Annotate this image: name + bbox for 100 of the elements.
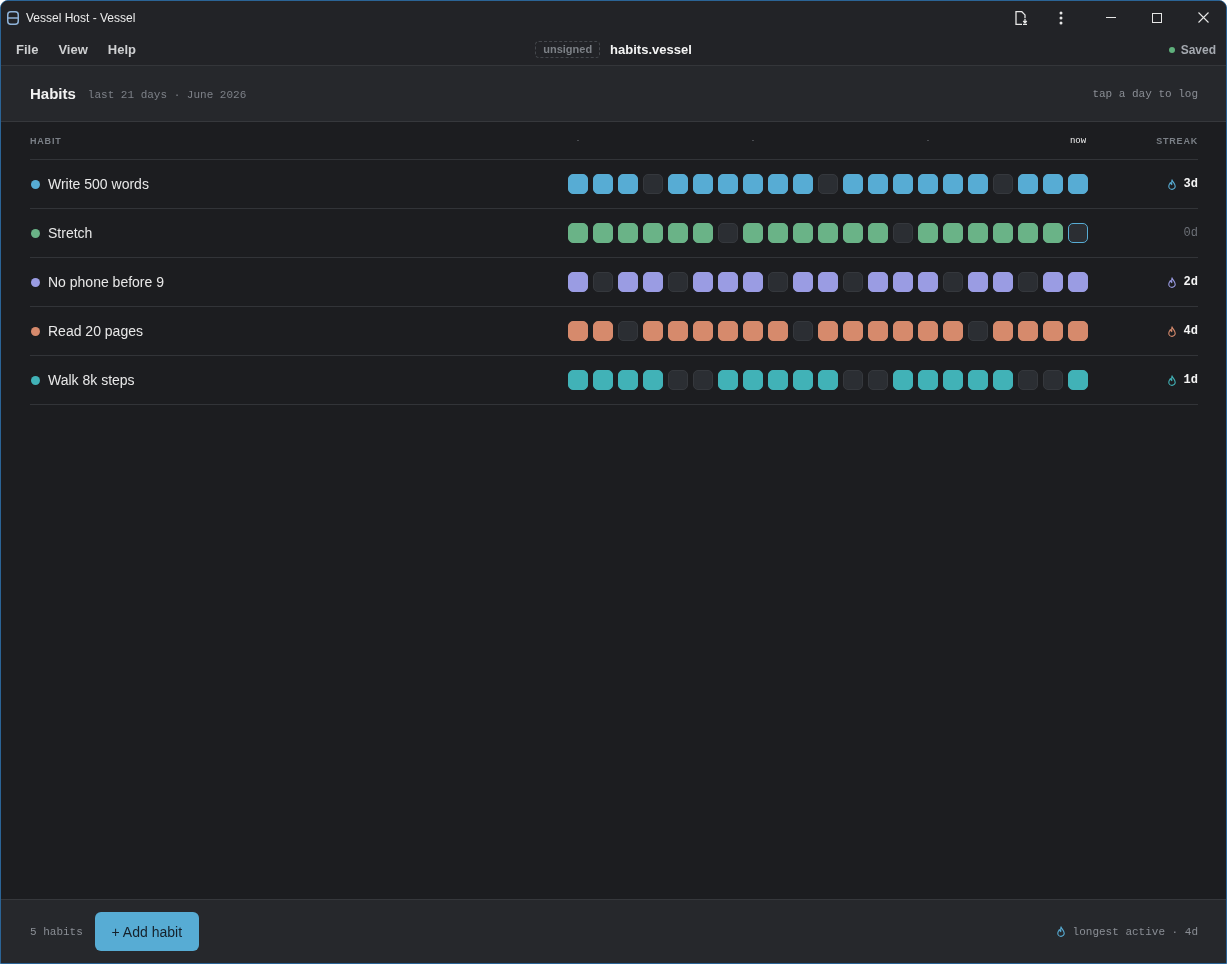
day-cell[interactable] <box>1068 272 1088 292</box>
day-cell[interactable] <box>618 174 638 194</box>
day-cell[interactable] <box>593 321 613 341</box>
day-cell[interactable] <box>718 174 738 194</box>
day-cell[interactable] <box>943 370 963 390</box>
day-cell[interactable] <box>818 223 838 243</box>
day-cell[interactable] <box>843 272 863 292</box>
day-cell[interactable] <box>568 174 588 194</box>
day-cell[interactable] <box>868 370 888 390</box>
day-cell[interactable] <box>993 174 1013 194</box>
day-cell[interactable] <box>843 223 863 243</box>
day-cell[interactable] <box>593 223 613 243</box>
day-cell[interactable] <box>718 321 738 341</box>
menu-item[interactable]: View <box>58 42 88 57</box>
day-cell[interactable] <box>718 223 738 243</box>
day-cell[interactable] <box>993 223 1013 243</box>
day-cell[interactable] <box>868 321 888 341</box>
day-cell[interactable] <box>1018 272 1038 292</box>
day-cell[interactable] <box>618 223 638 243</box>
day-cell[interactable] <box>618 321 638 341</box>
day-cell[interactable] <box>743 321 763 341</box>
day-cell[interactable] <box>843 174 863 194</box>
day-cell[interactable] <box>1068 223 1088 243</box>
menu-item[interactable]: File <box>16 42 39 57</box>
day-cell[interactable] <box>668 174 688 194</box>
day-cell[interactable] <box>918 272 938 292</box>
day-cell[interactable] <box>618 370 638 390</box>
day-cell[interactable] <box>943 223 963 243</box>
day-cell[interactable] <box>693 174 713 194</box>
day-cell[interactable] <box>918 174 938 194</box>
day-cell[interactable] <box>693 223 713 243</box>
day-cell[interactable] <box>893 370 913 390</box>
day-cell[interactable] <box>893 272 913 292</box>
day-cell[interactable] <box>1068 321 1088 341</box>
day-cell[interactable] <box>643 272 663 292</box>
day-cell[interactable] <box>1043 370 1063 390</box>
day-cell[interactable] <box>943 174 963 194</box>
day-cell[interactable] <box>793 370 813 390</box>
day-cell[interactable] <box>818 174 838 194</box>
day-cell[interactable] <box>993 272 1013 292</box>
day-cell[interactable] <box>1018 321 1038 341</box>
day-cell[interactable] <box>743 370 763 390</box>
day-cell[interactable] <box>868 223 888 243</box>
day-cell[interactable] <box>743 223 763 243</box>
day-cell[interactable] <box>868 174 888 194</box>
day-cell[interactable] <box>1018 223 1038 243</box>
day-cell[interactable] <box>1068 370 1088 390</box>
day-cell[interactable] <box>718 272 738 292</box>
day-cell[interactable] <box>968 223 988 243</box>
day-cell[interactable] <box>768 370 788 390</box>
day-cell[interactable] <box>893 223 913 243</box>
day-cell[interactable] <box>643 174 663 194</box>
day-cell[interactable] <box>918 370 938 390</box>
day-cell[interactable] <box>1043 174 1063 194</box>
day-cell[interactable] <box>968 272 988 292</box>
day-cell[interactable] <box>668 272 688 292</box>
day-cell[interactable] <box>568 321 588 341</box>
day-cell[interactable] <box>618 272 638 292</box>
add-habit-button[interactable]: + Add habit <box>94 912 199 951</box>
day-cell[interactable] <box>743 174 763 194</box>
day-cell[interactable] <box>843 370 863 390</box>
day-cell[interactable] <box>743 272 763 292</box>
day-cell[interactable] <box>768 272 788 292</box>
day-cell[interactable] <box>793 272 813 292</box>
day-cell[interactable] <box>893 174 913 194</box>
day-cell[interactable] <box>968 370 988 390</box>
day-cell[interactable] <box>843 321 863 341</box>
day-cell[interactable] <box>868 272 888 292</box>
day-cell[interactable] <box>568 272 588 292</box>
day-cell[interactable] <box>668 223 688 243</box>
day-cell[interactable] <box>918 223 938 243</box>
day-cell[interactable] <box>768 223 788 243</box>
day-cell[interactable] <box>793 223 813 243</box>
day-cell[interactable] <box>668 370 688 390</box>
day-cell[interactable] <box>918 321 938 341</box>
day-cell[interactable] <box>643 370 663 390</box>
day-cell[interactable] <box>818 321 838 341</box>
day-cell[interactable] <box>993 370 1013 390</box>
day-cell[interactable] <box>593 272 613 292</box>
day-cell[interactable] <box>593 370 613 390</box>
day-cell[interactable] <box>768 321 788 341</box>
day-cell[interactable] <box>693 321 713 341</box>
day-cell[interactable] <box>1068 174 1088 194</box>
day-cell[interactable] <box>793 321 813 341</box>
day-cell[interactable] <box>1043 321 1063 341</box>
day-cell[interactable] <box>943 272 963 292</box>
day-cell[interactable] <box>643 321 663 341</box>
day-cell[interactable] <box>668 321 688 341</box>
day-cell[interactable] <box>568 223 588 243</box>
day-cell[interactable] <box>718 370 738 390</box>
day-cell[interactable] <box>1018 174 1038 194</box>
day-cell[interactable] <box>818 272 838 292</box>
day-cell[interactable] <box>593 174 613 194</box>
day-cell[interactable] <box>1043 272 1063 292</box>
day-cell[interactable] <box>643 223 663 243</box>
day-cell[interactable] <box>968 321 988 341</box>
day-cell[interactable] <box>893 321 913 341</box>
day-cell[interactable] <box>943 321 963 341</box>
day-cell[interactable] <box>1043 223 1063 243</box>
day-cell[interactable] <box>693 272 713 292</box>
